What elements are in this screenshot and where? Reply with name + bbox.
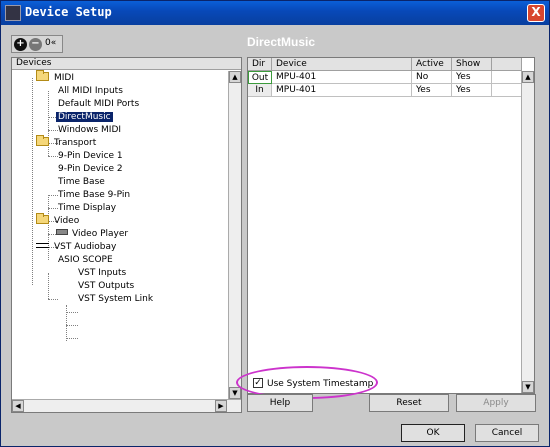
table-cell-device[interactable]: MPU-401 [272,84,412,97]
device-tree: Devices MIDI All MIDI Inputs Default MID… [11,57,242,413]
video-icon [56,229,68,235]
tree-node-label: 9-Pin Device 1 [58,151,123,161]
scroll-down-icon[interactable]: ▼ [522,381,534,393]
tree-node-label: Video Player [72,229,129,239]
tree-node-vst-audiobay[interactable]: VST Audiobay [36,241,118,253]
tree-node-default-midi-ports[interactable]: Default MIDI Ports [56,98,141,110]
table-cell-empty [492,71,522,84]
table-cell-show[interactable]: Yes [452,84,492,97]
tree-node-asio-scope[interactable]: ASIO SCOPE [56,254,115,266]
folder-icon [36,213,49,224]
ok-button[interactable]: OK [401,424,465,442]
tree-node-time-base-9pin[interactable]: Time Base 9-Pin [56,189,132,201]
dialog-body: + − 0« DirectMusic Devices MIDI All MIDI… [5,29,545,443]
column-header-active[interactable]: Active [412,58,452,71]
tree-node-video[interactable]: Video [36,213,81,227]
window-title: Device Setup [25,5,112,19]
tree-node-label: VST Inputs [78,268,127,278]
table-cell-dir[interactable]: Out [248,71,272,84]
table-cell-empty [492,84,522,97]
column-header-device[interactable]: Device [272,58,412,71]
device-table: Dir Device Active Show Out MPU-401 No Ye… [247,57,535,394]
tree-node-9pin-device-2[interactable]: 9-Pin Device 2 [56,163,125,175]
tree-horizontal-scrollbar[interactable]: ◀ ▶ [12,399,241,412]
tree-node-label: MIDI [54,73,75,83]
tree-node-label: Time Base [58,177,105,187]
tree-node-label: DirectMusic [56,112,113,122]
remove-device-button[interactable]: − [29,38,42,51]
folder-icon [36,70,49,81]
tree-node-label: VST Audiobay [54,242,117,252]
tree-node-vst-outputs[interactable]: VST Outputs [76,280,136,292]
scroll-up-icon[interactable]: ▲ [522,71,534,83]
tree-node-directmusic[interactable]: DirectMusic [56,111,113,123]
tree-node-time-display[interactable]: Time Display [56,202,118,214]
tree-vertical-scrollbar[interactable]: ▲ ▼ [228,71,241,399]
tree-node-label: Time Base 9-Pin [58,190,131,200]
tree-node-label: Transport [54,138,97,148]
table-cell-active[interactable]: Yes [412,84,452,97]
reset-button[interactable]: Reset [369,394,449,412]
column-header-extra [492,58,522,71]
tree-node-vst-system-link[interactable]: VST System Link [76,293,155,305]
apply-button[interactable]: Apply [456,394,536,412]
close-button[interactable]: X [527,4,545,22]
panel-title: DirectMusic [247,35,316,49]
tree-node-label: 9-Pin Device 2 [58,164,123,174]
folder-icon [36,135,49,146]
tree-node-vst-inputs[interactable]: VST Inputs [76,267,128,279]
tree-node-time-base[interactable]: Time Base [56,176,107,188]
tree-node-midi[interactable]: MIDI [36,70,76,84]
tree-node-9pin-device-1[interactable]: 9-Pin Device 1 [56,150,125,162]
tree-node-label: Windows MIDI [58,125,122,135]
table-cell-dir[interactable]: In [248,84,272,97]
table-cell-active[interactable]: No [412,71,452,84]
scroll-up-icon[interactable]: ▲ [229,71,241,83]
help-button[interactable]: Help [247,394,313,412]
collapse-all-button[interactable]: 0« [45,38,56,48]
scroll-down-icon[interactable]: ▼ [229,387,241,399]
cancel-button[interactable]: Cancel [475,424,539,442]
table-cell-show[interactable]: Yes [452,71,492,84]
tree-node-label: All MIDI Inputs [58,86,123,96]
tree-node-label: VST System Link [78,294,154,304]
tree-node-label: Video [54,216,80,226]
device-setup-window: Device Setup X + − 0« DirectMusic Device… [0,0,550,447]
audio-icon [36,243,49,248]
column-header-dir[interactable]: Dir [248,58,272,71]
table-cell-device[interactable]: MPU-401 [272,71,412,84]
table-vertical-scrollbar[interactable]: ▲ ▼ [521,71,534,393]
tree-header[interactable]: Devices [12,58,241,70]
tree-node-label: Time Display [58,203,117,213]
tree-toolbar: + − 0« [11,35,63,53]
scroll-right-icon[interactable]: ▶ [215,400,227,412]
tree-node-transport[interactable]: Transport [36,135,98,149]
app-icon [5,5,21,21]
scroll-left-icon[interactable]: ◀ [12,400,24,412]
title-bar[interactable]: Device Setup X [1,1,549,25]
tree-node-label: VST Outputs [78,281,135,291]
tree-node-label: Default MIDI Ports [58,99,140,109]
tree-node-video-player[interactable]: Video Player [56,228,130,240]
add-device-button[interactable]: + [14,38,27,51]
column-header-show[interactable]: Show [452,58,492,71]
tree-node-all-midi-inputs[interactable]: All MIDI Inputs [56,85,125,97]
tree-node-windows-midi[interactable]: Windows MIDI [56,124,123,136]
tree-node-label: ASIO SCOPE [58,255,113,265]
